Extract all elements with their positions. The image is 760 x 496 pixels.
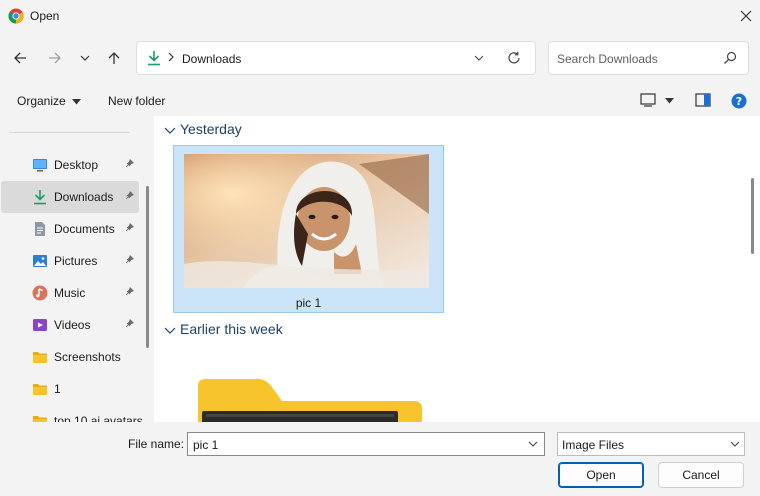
file-name-input[interactable]: pic 1 (187, 432, 545, 456)
pin-icon (126, 287, 134, 295)
file-list: Yesterday pic 1 Earlier this week (154, 116, 760, 422)
file-name-label: pic 1 (295, 296, 322, 310)
sidebar-item-desktop[interactable]: Desktop (1, 149, 139, 181)
new-folder-button[interactable]: New folder (108, 94, 165, 108)
title-bar: Open (0, 0, 760, 32)
pin-icon (126, 319, 134, 327)
pictures-icon (33, 255, 47, 267)
address-bar[interactable]: Downloads (136, 41, 536, 75)
chevron-down-icon (80, 55, 90, 61)
file-type-value: Image Files (562, 438, 625, 452)
chevron-down-icon (730, 441, 740, 447)
group-header-earlier-this-week[interactable]: Earlier this week (180, 321, 283, 337)
downloads-icon (34, 190, 46, 205)
folder-icon[interactable] (194, 379, 424, 422)
file-list-scrollbar[interactable] (751, 178, 754, 254)
sidebar-item-label: Documents (54, 222, 115, 236)
music-icon (32, 285, 48, 301)
file-name-label: File name: (128, 437, 185, 451)
sidebar-item-label: Music (54, 286, 86, 300)
sidebar-item-label: Screenshots (54, 350, 121, 364)
up-button[interactable] (102, 46, 126, 70)
pin-icon (126, 255, 134, 263)
folder-icon (33, 384, 47, 395)
sidebar-item-label: Pictures (54, 254, 98, 268)
group-header-yesterday[interactable]: Yesterday (180, 121, 242, 137)
folder-icon (33, 352, 47, 363)
sidebar-item-downloads[interactable]: Downloads (1, 181, 139, 213)
sidebar-item-top-10-ai-avatars[interactable]: top 10 ai avatars (1, 405, 143, 422)
sidebar-item-1[interactable]: 1 (1, 373, 139, 405)
sidebar-item-pictures[interactable]: Pictures (1, 245, 139, 277)
documents-icon (35, 222, 45, 236)
chevron-down-icon[interactable] (164, 125, 176, 135)
sidebar-item-label: Videos (54, 318, 91, 332)
arrow-left-icon (14, 52, 26, 64)
command-bar: Organize New folder ? (0, 86, 760, 116)
arrow-up-icon (108, 52, 120, 64)
open-button[interactable]: Open (558, 462, 644, 488)
recent-locations-button[interactable] (73, 46, 97, 70)
chevron-down-icon[interactable] (474, 53, 484, 63)
chrome-icon (8, 8, 24, 24)
file-name-value: pic 1 (193, 438, 219, 452)
downloads-icon (148, 51, 160, 66)
sidebar-item-label: Downloads (54, 190, 114, 204)
address-path: Downloads (182, 52, 242, 66)
refresh-icon[interactable] (507, 51, 521, 65)
search-placeholder: Search Downloads (557, 52, 658, 66)
chevron-right-icon (168, 52, 174, 62)
file-tile-pic-1[interactable]: pic 1 (173, 145, 444, 313)
caret-down-icon[interactable] (665, 98, 674, 104)
sidebar-item-videos[interactable]: Videos (1, 309, 139, 341)
close-icon (740, 10, 752, 22)
search-icon (724, 51, 737, 64)
preview-pane-icon[interactable] (695, 93, 711, 107)
chevron-down-icon[interactable] (528, 439, 538, 449)
sidebar-item-music[interactable]: Music (1, 277, 139, 309)
caret-down-icon (72, 99, 82, 105)
desktop-icon (33, 159, 47, 172)
forward-button[interactable] (43, 46, 67, 70)
organize-label: Organize (17, 94, 66, 108)
back-button[interactable] (8, 46, 32, 70)
navigation-bar: Downloads Search Downloads (0, 36, 760, 80)
view-mode-icon[interactable] (640, 93, 656, 107)
close-button[interactable] (732, 4, 760, 28)
file-type-select[interactable]: Image Files (557, 432, 745, 456)
folder-icon (33, 416, 47, 422)
dialog-footer: File name: pic 1 Image Files Open Cancel (0, 422, 760, 496)
help-icon[interactable]: ? (731, 93, 747, 109)
sidebar-item-label: 1 (54, 382, 61, 396)
window-title: Open (30, 9, 60, 23)
sidebar-item-label: Desktop (54, 158, 99, 172)
svg-text:?: ? (736, 95, 742, 108)
sidebar-item-documents[interactable]: Documents (1, 213, 139, 245)
sidebar-item-screenshots[interactable]: Screenshots (1, 341, 139, 373)
arrow-right-icon (49, 52, 61, 64)
image-thumbnail (184, 154, 429, 288)
search-box[interactable]: Search Downloads (548, 41, 749, 75)
sidebar-item-label: top 10 ai avatars (54, 414, 143, 422)
sidebar-scrollbar[interactable] (146, 186, 149, 348)
pin-icon (126, 191, 134, 199)
videos-icon (33, 319, 47, 331)
divider (9, 132, 130, 133)
pin-icon (126, 159, 134, 167)
organize-button[interactable]: Organize (17, 94, 82, 108)
chevron-down-icon[interactable] (164, 325, 176, 335)
cancel-button[interactable]: Cancel (658, 462, 744, 488)
pin-icon (126, 223, 134, 231)
navigation-pane: Desktop Downloads Documents Pictures Mus… (0, 116, 154, 422)
